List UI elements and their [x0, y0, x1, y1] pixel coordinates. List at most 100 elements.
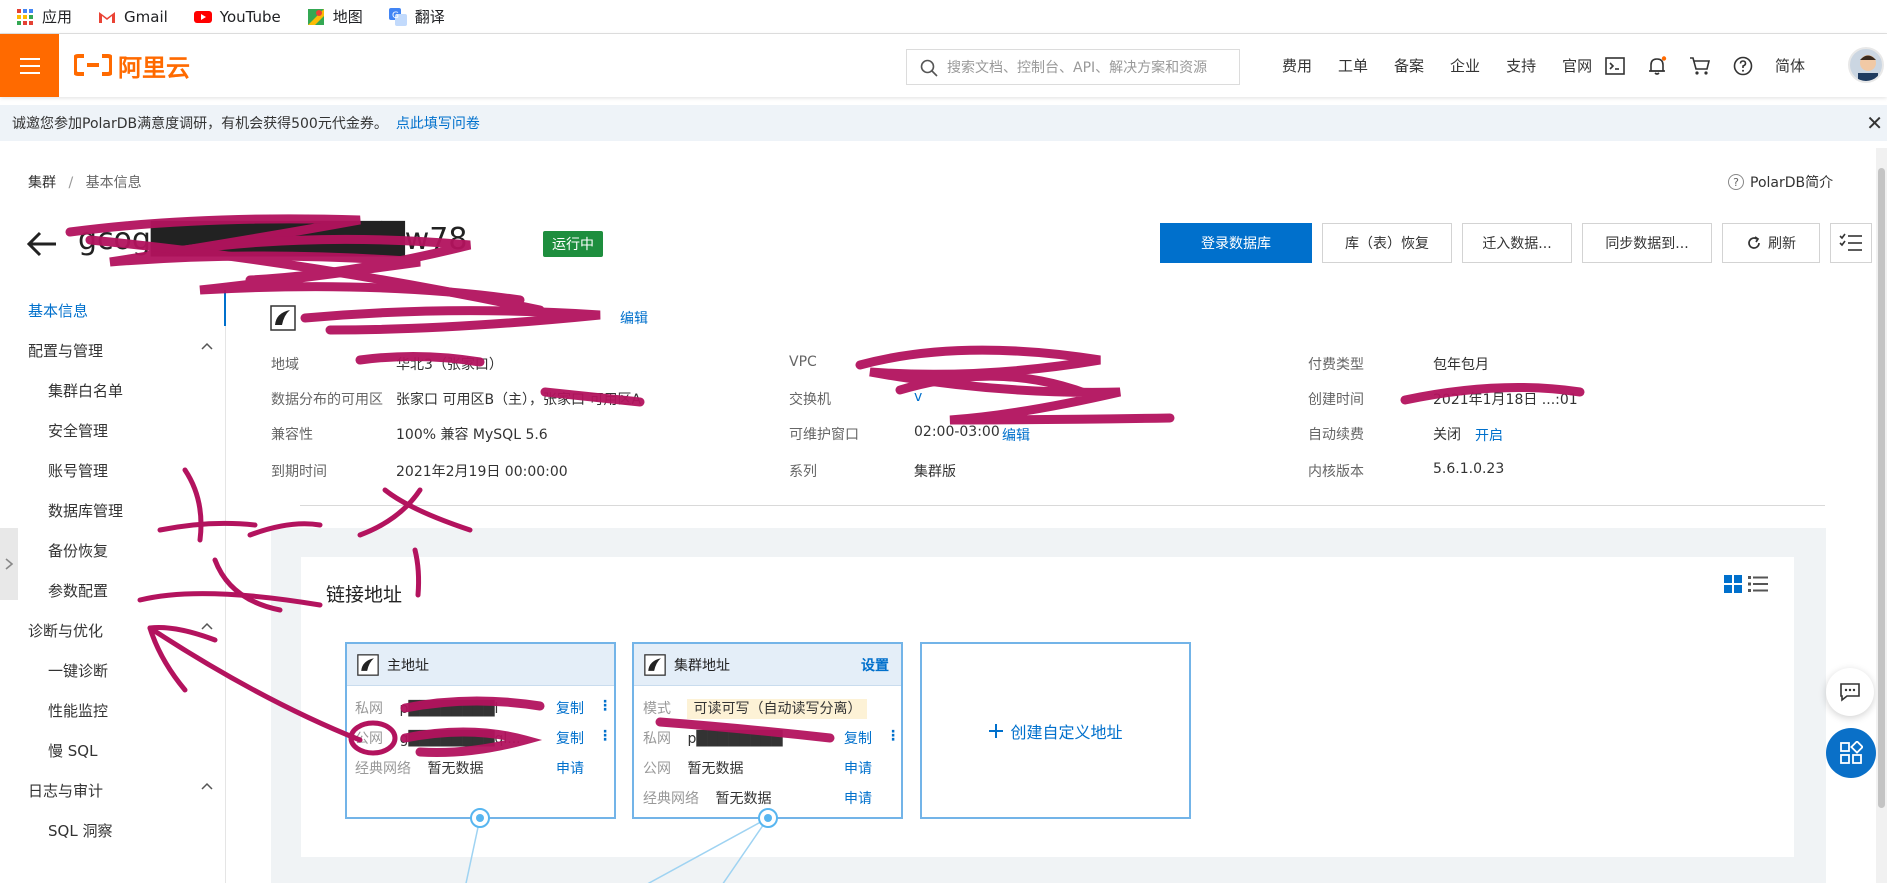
status-badge: 运行中 [543, 231, 603, 257]
checklist-icon [1839, 233, 1862, 251]
bookmark-apps[interactable]: 应用 [16, 6, 72, 27]
refresh-icon [1748, 236, 1760, 249]
migrate-in-button[interactable]: 迁入数据... [1462, 223, 1572, 263]
copy-cluster-private-link[interactable]: 复制 [844, 728, 872, 748]
intro-label: PolarDB简介 [1750, 175, 1834, 191]
menu-icon-line [19, 64, 40, 67]
sidebar-item-security[interactable]: 安全管理 [48, 420, 108, 441]
quick-access-button[interactable] [1826, 728, 1876, 778]
more-icon[interactable]: ⋮ [598, 728, 612, 744]
sidebar-item-sql-insight[interactable]: SQL 洞察 [48, 820, 112, 841]
sidebar-item-basic-info[interactable]: 基本信息 [28, 300, 88, 321]
row-key: 模式 [643, 701, 671, 717]
row-value: g████████ql... [399, 731, 521, 747]
row-key: 经典网络 [643, 791, 699, 807]
enable-auto-renew-link[interactable]: 开启 [1475, 425, 1503, 445]
action-buttons: 登录数据库 库（表）恢复 迁入数据... 同步数据到... 刷新 [1160, 223, 1872, 263]
apps-grid-icon [17, 8, 33, 25]
nav-link-ticket[interactable]: 工单 [1338, 55, 1368, 76]
label-created: 创建时间 [1308, 392, 1364, 408]
label-vswitch: 交换机 [789, 392, 831, 408]
survey-link[interactable]: 点此填写问卷 [396, 113, 480, 133]
page-scrollbar[interactable] [1876, 148, 1887, 883]
nav-link-icp[interactable]: 备案 [1394, 55, 1424, 76]
label-maintenance: 可维护窗口 [789, 427, 859, 443]
nav-link-enterprise[interactable]: 企业 [1450, 55, 1480, 76]
refresh-button[interactable]: 刷新 [1722, 223, 1820, 263]
avatar[interactable] [1848, 47, 1884, 83]
label-series: 系列 [789, 464, 817, 480]
label-auto-renew: 自动续费 [1308, 427, 1364, 443]
sidebar-collapse-handle[interactable] [0, 528, 18, 600]
login-database-button[interactable]: 登录数据库 [1160, 223, 1312, 263]
menu-icon-line [19, 71, 40, 74]
aliyun-logo[interactable]: 阿里云 [74, 48, 190, 82]
label-region: 地域 [271, 357, 299, 373]
apply-cluster-classic-link[interactable]: 申请 [844, 788, 872, 808]
nav-link-cost[interactable]: 费用 [1282, 55, 1312, 76]
value-maintenance: 02:00-03:00 [914, 424, 1000, 440]
apply-classic-link[interactable]: 申请 [556, 758, 584, 778]
create-label: 创建自定义地址 [1010, 722, 1123, 742]
help-icon[interactable] [1733, 56, 1753, 76]
sidebar-item-slow-sql[interactable]: 慢 SQL [48, 740, 97, 761]
task-list-button[interactable] [1830, 223, 1872, 263]
bookmark-maps[interactable]: 地图 [307, 6, 363, 27]
sidebar-item-whitelist[interactable]: 集群白名单 [48, 380, 123, 401]
more-icon[interactable]: ⋮ [598, 698, 612, 714]
chevron-right-icon [5, 558, 14, 570]
view-toggle [1724, 575, 1768, 593]
label-kernel: 内核版本 [1308, 464, 1364, 480]
breadcrumb-cluster[interactable]: 集群 [28, 175, 56, 191]
scrollbar-thumb[interactable] [1878, 168, 1885, 808]
top-nav: 阿里云 搜索文档、控制台、API、解决方案和资源 费用 工单 备案 企业 支持 … [0, 34, 1887, 97]
create-custom-address-button[interactable]: 创建自定义地址 [920, 642, 1191, 819]
value-auto-renew: 关闭 [1433, 427, 1461, 443]
bookmark-label: 翻译 [414, 8, 445, 26]
menu-button[interactable] [0, 34, 59, 97]
back-arrow-icon[interactable] [26, 230, 58, 258]
sidebar-item-backup[interactable]: 备份恢复 [48, 540, 108, 561]
close-icon[interactable]: ✕ [1866, 111, 1883, 135]
primary-private-row: 私网 p████████l 复制 ⋮ [355, 698, 612, 718]
edit-maintenance-link[interactable]: 编辑 [1002, 425, 1030, 445]
value-vswitch[interactable]: v [914, 389, 922, 405]
search-input[interactable]: 搜索文档、控制台、API、解决方案和资源 [906, 49, 1240, 85]
sidebar-item-databases[interactable]: 数据库管理 [48, 500, 123, 521]
edit-cluster-name-link[interactable]: 编辑 [620, 308, 648, 328]
menu-icon [19, 57, 40, 60]
list-view-icon[interactable] [1748, 575, 1768, 593]
language-switch[interactable]: 简体 [1775, 55, 1805, 76]
more-icon[interactable]: ⋮ [886, 728, 900, 744]
apply-cluster-public-link[interactable]: 申请 [844, 758, 872, 778]
card-header: 集群地址 设置 [634, 644, 901, 686]
copy-private-link[interactable]: 复制 [556, 698, 584, 718]
sidebar-item-performance[interactable]: 性能监控 [48, 700, 108, 721]
polardb-intro-link[interactable]: ? PolarDB简介 [1728, 172, 1833, 192]
bookmark-gmail[interactable]: Gmail [98, 8, 168, 26]
cluster-settings-link[interactable]: 设置 [861, 655, 889, 675]
value-expire: 2021年2月19日 00:00:00 [396, 464, 568, 480]
label-compatibility: 兼容性 [271, 427, 313, 443]
restore-button[interactable]: 库（表）恢复 [1322, 223, 1452, 263]
sidebar-group-config[interactable]: 配置与管理 [28, 340, 214, 361]
sidebar-item-params[interactable]: 参数配置 [48, 580, 108, 601]
bookmark-translate[interactable]: G 翻译 [388, 6, 445, 27]
nav-link-support[interactable]: 支持 [1506, 55, 1536, 76]
chevron-up-icon [201, 622, 213, 630]
cart-icon[interactable] [1689, 56, 1711, 76]
sidebar-group-diagnosis[interactable]: 诊断与优化 [28, 620, 214, 641]
cluster-node-handle [758, 808, 778, 828]
sync-to-button[interactable]: 同步数据到... [1582, 223, 1712, 263]
bookmark-youtube[interactable]: YouTube [193, 8, 281, 26]
sidebar-item-oneclick-diagnosis[interactable]: 一键诊断 [48, 660, 108, 681]
grid-view-icon[interactable] [1724, 575, 1742, 593]
copy-public-link[interactable]: 复制 [556, 728, 584, 748]
polardb-logo-icon [270, 305, 296, 331]
terminal-icon[interactable] [1605, 56, 1625, 75]
feedback-button[interactable] [1826, 668, 1874, 716]
bell-icon[interactable] [1647, 55, 1667, 76]
nav-link-official[interactable]: 官网 [1562, 55, 1592, 76]
sidebar-group-logs[interactable]: 日志与审计 [28, 780, 214, 801]
sidebar-item-accounts[interactable]: 账号管理 [48, 460, 108, 481]
